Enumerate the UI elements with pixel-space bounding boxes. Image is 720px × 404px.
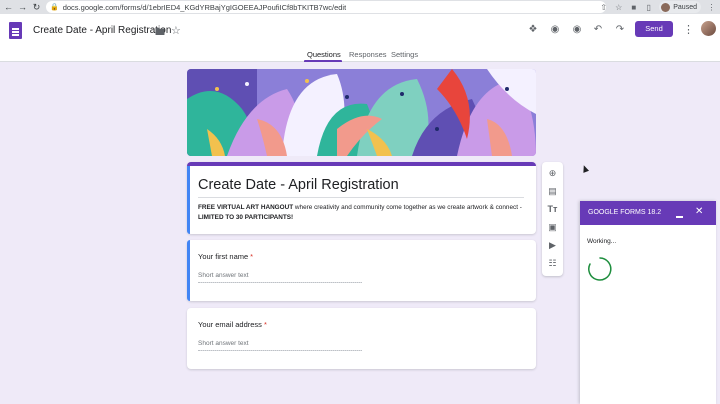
add-title-icon[interactable]: Tт [547, 204, 558, 215]
mouse-cursor-icon [580, 164, 590, 173]
question-card-first-name[interactable]: Your first name * Short answer text [187, 240, 536, 301]
move-to-folder-icon[interactable]: 🖿 [155, 25, 165, 42]
required-asterisk: * [250, 252, 254, 261]
add-video-icon[interactable]: ▶ [547, 240, 558, 251]
extensions-puzzle-icon[interactable]: ■ [629, 3, 638, 12]
tab-questions[interactable]: Questions [307, 50, 341, 59]
question-title: Your first name [198, 252, 249, 261]
forms-header: Create Date - April Registration 🖿 ☆ ❖ ◉… [0, 14, 720, 62]
send-button[interactable]: Send [635, 21, 673, 37]
close-icon[interactable]: ✕ [695, 206, 703, 218]
answer-underline [198, 350, 362, 351]
add-image-icon[interactable]: ▣ [547, 222, 558, 233]
lock-icon: 🔒 [50, 4, 59, 11]
question-card-email[interactable]: Your email address * Short answer text [187, 308, 536, 369]
add-ons-puzzle-icon[interactable]: ❖ [526, 23, 540, 37]
focus-indicator [187, 166, 190, 234]
question-toolbar: ⊕ ▤ Tт ▣ ▶ ☷ [542, 162, 563, 276]
header-banner-image [187, 69, 536, 156]
question-title: Your email address [198, 320, 262, 329]
add-section-icon[interactable]: ☷ [547, 258, 558, 269]
google-forms-logo-icon[interactable] [9, 22, 22, 39]
title-underline [198, 197, 524, 198]
addon-panel: GOOGLE FORMS 18.2 ✕ Working... [580, 201, 716, 404]
question-label: Your email address * [198, 320, 267, 329]
tab-responses[interactable]: Responses [349, 50, 387, 59]
addon-panel-title: GOOGLE FORMS 18.2 [588, 209, 662, 216]
description-bold-limit: LIMITED TO 30 PARTICIPANTS! [198, 213, 294, 221]
description-bold-lead: FREE VIRTUAL ART HANGOUT [198, 204, 294, 211]
avatar [661, 2, 671, 12]
question-label: Your first name * [198, 252, 253, 261]
description-text: where creativity and community come toge… [293, 204, 522, 211]
back-arrow-icon[interactable]: ← [3, 2, 14, 13]
url-text: docs.google.com/forms/d/1ebrIED4_KGdYRBa… [62, 2, 347, 12]
profile-status: Paused [673, 3, 697, 11]
forward-arrow-icon[interactable]: → [17, 2, 28, 13]
loading-spinner-icon [588, 257, 612, 281]
short-answer-placeholder: Short answer text [198, 272, 249, 279]
browser-toolbar: ← → ↻ 🔒 docs.google.com/forms/d/1ebrIED4… [0, 0, 720, 14]
add-question-icon[interactable]: ⊕ [547, 168, 558, 179]
browser-menu-icon[interactable]: ⋮ [707, 3, 716, 12]
active-tab-indicator [304, 60, 342, 62]
answer-underline [198, 282, 362, 283]
reload-icon[interactable]: ↻ [31, 2, 42, 13]
address-bar[interactable]: 🔒 docs.google.com/forms/d/1ebrIED4_KGdYR… [46, 1, 606, 13]
minimize-icon[interactable] [674, 206, 684, 218]
customize-theme-palette-icon[interactable]: ◉ [548, 23, 562, 37]
addon-status-text: Working... [587, 238, 617, 245]
form-title-card[interactable]: Create Date - April Registration FREE VI… [187, 162, 536, 234]
share-icon[interactable]: ⇧ [599, 3, 608, 12]
short-answer-placeholder: Short answer text [198, 340, 249, 347]
undo-icon[interactable]: ↶ [591, 23, 605, 37]
document-title[interactable]: Create Date - April Registration [33, 25, 171, 36]
star-icon[interactable]: ☆ [171, 24, 181, 37]
focus-indicator [187, 240, 190, 301]
tab-settings[interactable]: Settings [391, 50, 418, 59]
preview-eye-icon[interactable]: ◉ [570, 23, 584, 37]
required-asterisk: * [263, 320, 267, 329]
import-questions-icon[interactable]: ▤ [547, 186, 558, 197]
profile-chip[interactable]: Paused [659, 1, 701, 13]
more-options-icon[interactable]: ⋮ [683, 23, 694, 36]
redo-icon[interactable]: ↷ [613, 23, 627, 37]
account-avatar[interactable] [701, 21, 716, 36]
browser-actions: ⇧ ☆ ■ ▯ Paused ⋮ [599, 1, 716, 13]
bookmark-star-icon[interactable]: ☆ [614, 3, 623, 12]
sidebar-icon[interactable]: ▯ [644, 3, 653, 12]
form-title[interactable]: Create Date - April Registration [198, 177, 399, 193]
form-description[interactable]: FREE VIRTUAL ART HANGOUT where creativit… [198, 203, 530, 222]
addon-panel-header: GOOGLE FORMS 18.2 ✕ [580, 201, 716, 225]
form-tabs: Questions Responses Settings [0, 50, 720, 62]
